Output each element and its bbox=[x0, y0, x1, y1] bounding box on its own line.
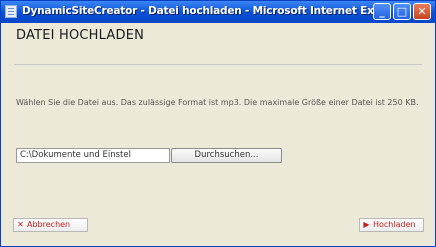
maximize-icon: □ bbox=[396, 5, 408, 18]
title-bar[interactable]: DynamicSiteCreator - Datei hochladen - M… bbox=[1, 1, 435, 23]
minimize-icon: _ bbox=[379, 5, 385, 18]
divider bbox=[14, 64, 422, 65]
arrow-right-icon: ▶ bbox=[363, 220, 370, 229]
window-title: DynamicSiteCreator - Datei hochladen - M… bbox=[22, 5, 386, 17]
upload-button[interactable]: ▶ Hochladen bbox=[359, 218, 424, 232]
minimize-button[interactable]: _ bbox=[373, 3, 391, 20]
cancel-label: Abbrechen bbox=[27, 220, 71, 229]
close-icon: ✕ bbox=[417, 5, 427, 18]
instructions-text: Wählen Sie die Datei aus. Das zulässige … bbox=[16, 98, 419, 107]
maximize-button[interactable]: □ bbox=[393, 3, 411, 20]
browse-button[interactable]: Durchsuchen... bbox=[171, 148, 282, 163]
page-icon bbox=[5, 5, 17, 18]
cancel-button[interactable]: ✕ Abbrechen bbox=[13, 218, 88, 232]
x-icon: ✕ bbox=[17, 220, 24, 229]
close-button[interactable]: ✕ bbox=[413, 3, 431, 20]
upload-label: Hochladen bbox=[373, 220, 416, 229]
page-title: DATEI HOCHLADEN bbox=[16, 28, 145, 43]
file-path-input[interactable]: C:\Dokumente und Einstel bbox=[16, 148, 170, 163]
